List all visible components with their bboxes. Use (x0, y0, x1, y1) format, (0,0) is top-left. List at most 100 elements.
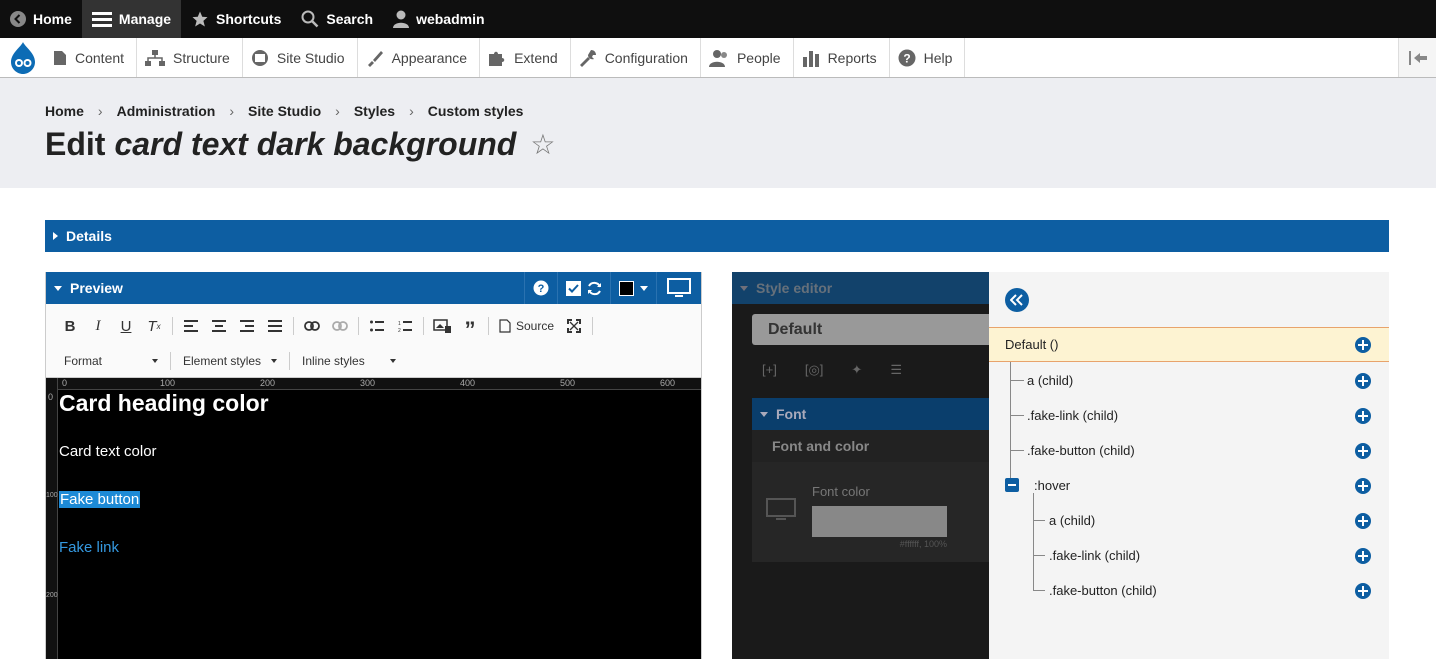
preview-device-button[interactable] (656, 272, 701, 304)
tree-item[interactable]: .fake-button (child) (989, 433, 1389, 468)
add-child-button[interactable] (1355, 407, 1371, 424)
breadcrumb-link[interactable]: Styles (354, 103, 395, 119)
details-toggle[interactable]: Details (45, 220, 1389, 252)
toolbar-user-label: webadmin (416, 11, 485, 27)
font-section-label: Font (776, 406, 807, 422)
card-text[interactable]: Card text color (59, 443, 157, 460)
menu-item-help[interactable]: ? Help (890, 38, 966, 77)
preview-header[interactable]: Preview ? (46, 272, 701, 304)
preview-label: Preview (70, 280, 123, 296)
add-child-button[interactable] (1355, 442, 1371, 459)
tree-item-label: .fake-button (child) (1027, 443, 1135, 458)
toolbar-shortcuts-label: Shortcuts (216, 11, 282, 27)
tree-item[interactable]: .fake-button (child) (989, 573, 1389, 608)
link-button[interactable] (298, 314, 326, 338)
inline-styles-dropdown[interactable]: Inline styles (294, 350, 404, 372)
breadcrumb-link[interactable]: Custom styles (428, 103, 524, 119)
element-styles-dropdown[interactable]: Element styles (175, 350, 285, 372)
bold-button[interactable]: B (56, 314, 84, 338)
preview-canvas[interactable]: 0 100 200 300 400 500 600 0 100 200 Card… (46, 378, 701, 659)
collapse-node-button[interactable] (1005, 478, 1019, 492)
puzzle-icon (489, 51, 505, 66)
breadcrumb-link[interactable]: Home (45, 103, 84, 119)
tree-item-hover[interactable]: :hover (989, 468, 1389, 503)
underline-button[interactable]: U (112, 314, 140, 338)
add-child-button[interactable] (1355, 582, 1371, 599)
card-heading[interactable]: Card heading color (59, 390, 269, 417)
breadcrumb-link[interactable]: Site Studio (248, 103, 321, 119)
font-section-toggle[interactable]: Font (752, 398, 989, 430)
font-color-value: #ffffff, 100% (899, 539, 947, 549)
menu-item-extend[interactable]: Extend (480, 38, 571, 77)
magic-icon[interactable]: ✦ (851, 362, 862, 378)
add-child-button[interactable] (1355, 512, 1371, 529)
tree-item-label: Default () (1005, 337, 1059, 352)
menu-item-reports[interactable]: Reports (794, 38, 890, 77)
preview-checkbox-refresh[interactable] (557, 272, 610, 304)
toolbar-manage[interactable]: Manage (81, 0, 182, 38)
drupal-logo[interactable] (0, 38, 45, 77)
menu-collapse-button[interactable] (1398, 38, 1436, 77)
checkbox-icon[interactable] (566, 280, 581, 296)
tree-item-label: a (child) (1049, 513, 1096, 528)
tree-item[interactable]: .fake-link (child) (989, 398, 1389, 433)
justify-button[interactable] (261, 314, 289, 338)
menu-item-label: Help (923, 49, 953, 66)
collapse-panel-button[interactable] (1005, 288, 1029, 312)
source-button[interactable]: Source (493, 314, 560, 338)
fake-link[interactable]: Fake link (59, 539, 119, 556)
add-child-button[interactable] (1355, 336, 1371, 353)
media-button[interactable] (428, 314, 456, 338)
menu-item-label: People (736, 49, 781, 66)
unlink-button[interactable] (326, 314, 354, 338)
menu-item-label: Structure (173, 49, 230, 66)
align-left-icon (184, 320, 198, 332)
add-child-button[interactable] (1355, 547, 1371, 564)
preview-help-button[interactable]: ? (524, 272, 557, 304)
bulleted-list-icon (370, 320, 384, 332)
list-icon[interactable]: ☰ (890, 362, 902, 378)
numbered-list-button[interactable]: 12 (391, 314, 419, 338)
remove-format-button[interactable]: Tx (140, 314, 168, 338)
menu-item-people[interactable]: People (701, 38, 794, 77)
toolbar-search[interactable]: Search (291, 0, 383, 38)
page-title-name: card text dark background (114, 126, 517, 162)
format-dropdown[interactable]: Format (56, 350, 166, 372)
tree-item[interactable]: a (child) (989, 503, 1389, 538)
align-left-button[interactable] (177, 314, 205, 338)
shortcut-star-icon[interactable]: ☆ (530, 128, 555, 161)
tree-item[interactable]: .fake-link (child) (989, 538, 1389, 573)
bulleted-list-button[interactable] (363, 314, 391, 338)
font-color-swatch[interactable] (812, 506, 947, 537)
fake-button[interactable]: Fake button (59, 491, 141, 508)
tree-item[interactable]: a (child) (989, 363, 1389, 398)
menu-item-appearance[interactable]: Appearance (358, 38, 481, 77)
inspect-icon[interactable]: [◎] (805, 362, 824, 378)
breadcrumb-link[interactable]: Administration (117, 103, 216, 119)
style-editor-default-field[interactable]: Default (752, 314, 989, 345)
align-center-button[interactable] (205, 314, 233, 338)
add-child-button[interactable] (1355, 477, 1371, 494)
preview-background-select[interactable] (610, 272, 656, 304)
font-color-label: Font color (812, 484, 870, 499)
ruler-label: 100 (160, 378, 176, 388)
style-editor-header[interactable]: Style editor (732, 272, 989, 304)
svg-text:?: ? (538, 283, 545, 295)
italic-button[interactable]: I (84, 314, 112, 338)
toolbar-shortcuts[interactable]: Shortcuts (181, 0, 291, 38)
menu-item-configuration[interactable]: Configuration (571, 38, 701, 77)
align-right-button[interactable] (233, 314, 261, 338)
add-child-button[interactable] (1355, 372, 1371, 389)
maximize-button[interactable] (560, 314, 588, 338)
menu-item-structure[interactable]: Structure (137, 38, 243, 77)
add-property-icon[interactable]: [+] (762, 362, 777, 378)
menu-item-label: Site Studio (276, 49, 345, 66)
menu-item-site-studio[interactable]: Site Studio (243, 38, 358, 77)
toolbar-user[interactable]: webadmin (383, 0, 494, 38)
toolbar-home[interactable]: Home (0, 0, 82, 38)
separator (170, 352, 171, 370)
blockquote-button[interactable]: ” (456, 314, 484, 342)
tree-item-default[interactable]: Default () (989, 327, 1389, 362)
menu-item-content[interactable]: Content (45, 38, 138, 77)
refresh-icon[interactable] (587, 281, 602, 296)
